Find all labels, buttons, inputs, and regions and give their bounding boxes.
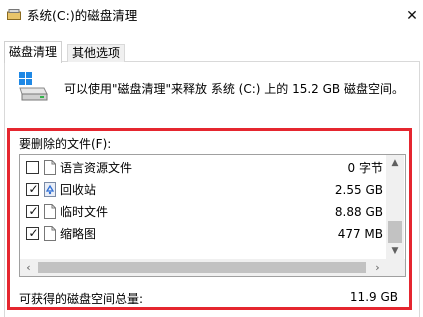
list-item[interactable]: ✓ 缩略图 477 MB	[20, 223, 389, 245]
total-space-label: 可获得的磁盘空间总量:	[19, 292, 144, 306]
close-button[interactable]: ✕	[403, 6, 421, 26]
free-space-info: 可以使用"磁盘清理"来释放 系统 (C:) 上的 15.2 GB 磁盘空间。	[64, 82, 404, 96]
item-size: 2.55 GB	[334, 183, 383, 197]
list-item[interactable]: 语言资源文件 0 字节	[20, 157, 389, 179]
file-icon	[44, 160, 56, 175]
checkbox[interactable]: ✓	[26, 204, 39, 218]
item-name: 临时文件	[60, 205, 109, 219]
checkbox[interactable]	[26, 161, 39, 174]
item-name: 语言资源文件	[60, 161, 133, 175]
item-name: 缩略图	[60, 227, 97, 241]
checkbox[interactable]: ✓	[26, 182, 39, 196]
scroll-left-arrow-icon[interactable]: ‹	[20, 259, 37, 276]
total-space-value: 11.9 GB	[349, 290, 398, 304]
list-item[interactable]: ✓ 临时文件 8.88 GB	[20, 201, 389, 223]
checkbox[interactable]: ✓	[26, 226, 39, 240]
tab-strip	[0, 33, 423, 60]
file-icon	[44, 226, 56, 241]
files-to-delete-label: 要删除的文件(F):	[19, 137, 112, 151]
tab-disk-cleanup[interactable]: 磁盘清理	[4, 41, 63, 63]
recycle-bin-icon	[44, 182, 56, 197]
list-item[interactable]: ✓ 回收站 2.55 GB	[20, 179, 389, 201]
item-name: 回收站	[60, 183, 97, 197]
checkmark-icon: ✓	[28, 226, 39, 240]
tab-more-options[interactable]: 其他选项	[67, 44, 126, 62]
item-size: 477 MB	[337, 227, 383, 241]
drive-icon	[19, 72, 48, 101]
checkmark-icon: ✓	[28, 204, 39, 218]
scroll-up-arrow-icon[interactable]: ▲	[386, 155, 404, 171]
scrollbar-corner	[386, 259, 405, 276]
item-size: 8.88 GB	[334, 205, 383, 219]
scroll-down-arrow-icon[interactable]: ▼	[386, 243, 404, 259]
item-size: 0 字节	[347, 161, 383, 175]
vertical-scroll-thumb[interactable]	[388, 221, 402, 243]
scroll-right-arrow-icon[interactable]: ›	[369, 259, 386, 276]
window-title: 系统(C:)的磁盘清理	[27, 8, 138, 23]
checkmark-icon: ✓	[28, 182, 39, 196]
disk-cleanup-app-icon	[7, 9, 21, 20]
horizontal-scroll-thumb[interactable]	[38, 262, 366, 273]
file-icon	[44, 204, 56, 219]
